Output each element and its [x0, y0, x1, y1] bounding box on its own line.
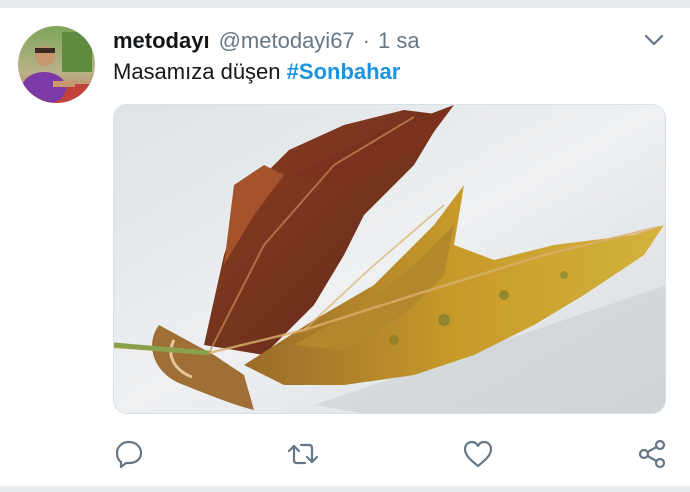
heart-icon[interactable] — [462, 438, 494, 470]
bottom-divider — [0, 486, 690, 492]
autumn-leaf-image — [114, 105, 665, 413]
header-separator: · — [362, 28, 370, 53]
top-divider — [0, 0, 690, 8]
retweet-icon[interactable] — [287, 438, 319, 470]
avatar[interactable] — [18, 26, 95, 103]
tweet-card[interactable]: metodayı @metodayi67 · 1 sa Masamıza düş… — [0, 0, 690, 492]
tweet-timestamp[interactable]: 1 sa — [378, 28, 420, 54]
tweet-actions — [0, 438, 690, 474]
tweet-photo[interactable] — [113, 104, 666, 414]
share-icon[interactable] — [636, 438, 668, 470]
tweet-text: Masamıza düşen #Sonbahar — [113, 59, 400, 85]
reply-icon[interactable] — [113, 438, 145, 470]
tweet-header: metodayı @metodayi67 · 1 sa — [113, 26, 670, 56]
chevron-down-icon[interactable] — [642, 28, 666, 52]
hashtag-link[interactable]: #Sonbahar — [287, 59, 401, 84]
tweet-text-body: Masamıza düşen — [113, 59, 281, 84]
author-name[interactable]: metodayı — [113, 28, 210, 54]
author-handle[interactable]: @metodayi67 — [219, 28, 355, 54]
